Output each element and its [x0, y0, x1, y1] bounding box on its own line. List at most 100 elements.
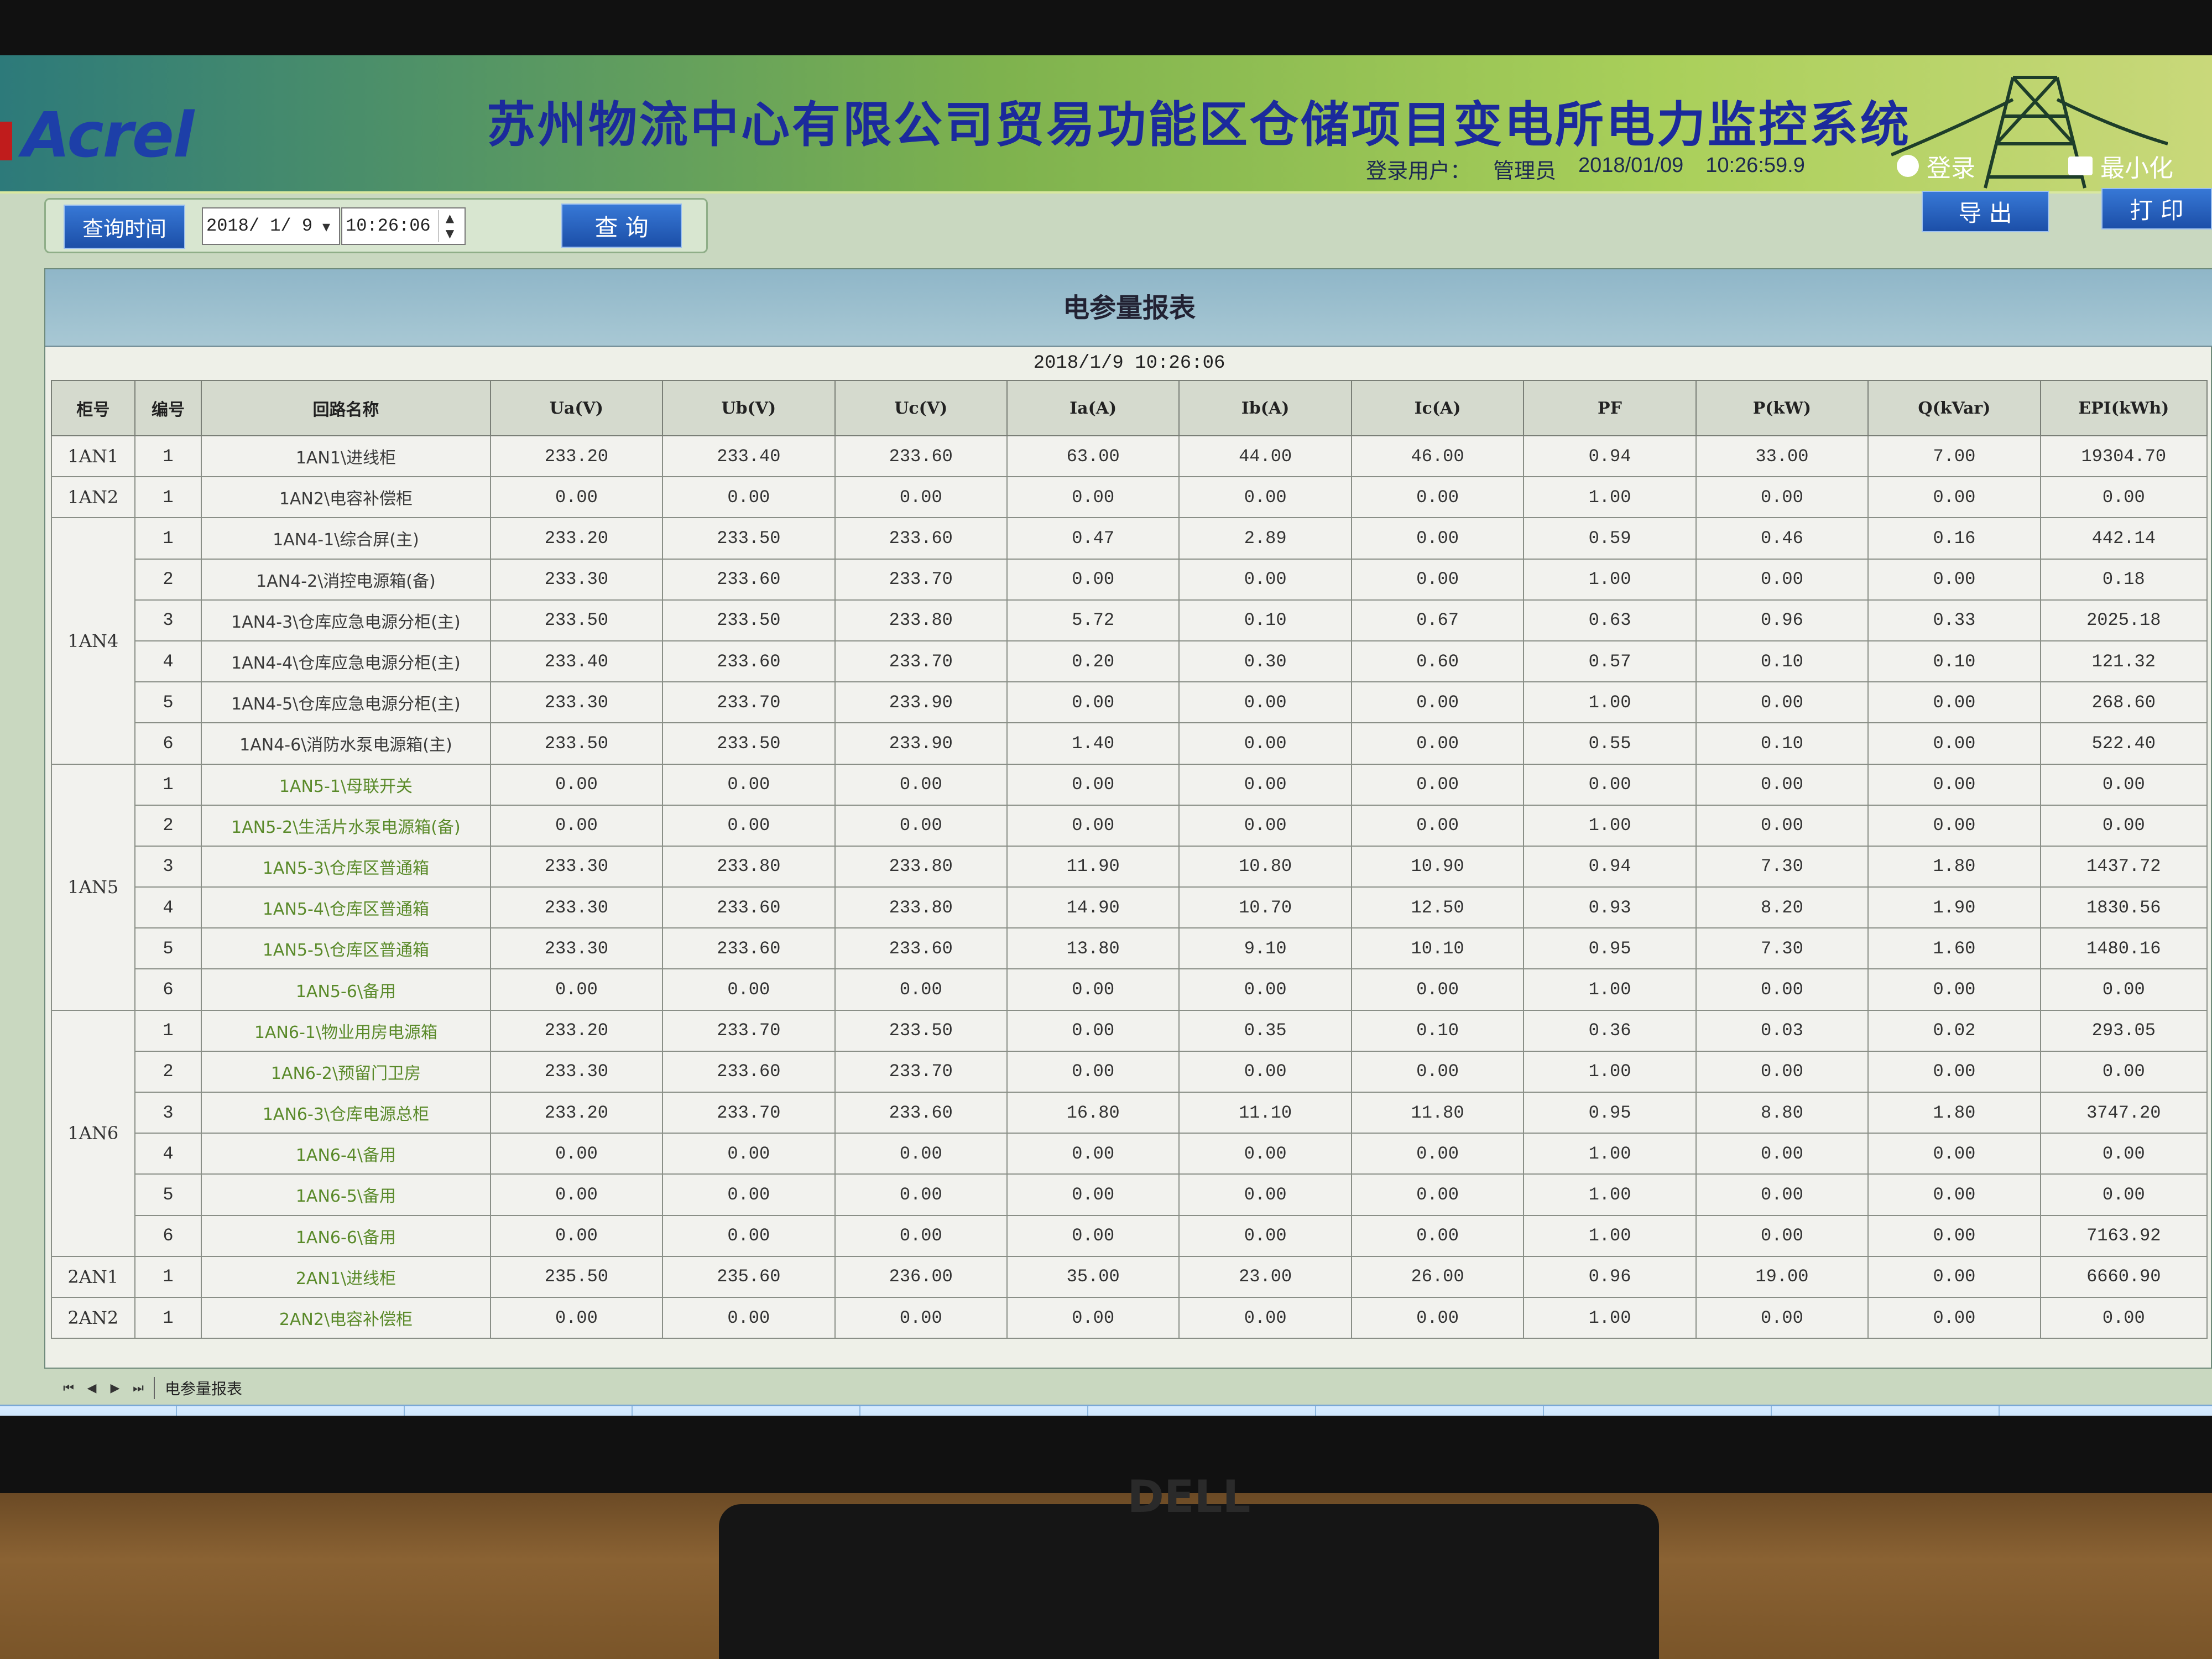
circuit-name-cell: 1AN5-3\仓库区普通箱	[201, 845, 491, 888]
value-cell: 0.95	[1523, 1091, 1697, 1134]
nav-item[interactable]: 通讯状态	[1088, 1406, 1316, 1416]
nav-item[interactable]	[1772, 1406, 2000, 1416]
value-cell: 235.60	[662, 1255, 836, 1298]
value-cell: 5.72	[1006, 599, 1180, 641]
value-cell: 0.00	[1867, 681, 2041, 724]
value-cell: 233.60	[662, 640, 836, 683]
number-cell: 5	[134, 927, 202, 970]
value-cell: 1.40	[1006, 722, 1180, 765]
value-cell: 233.30	[489, 927, 664, 970]
value-cell: 3747.20	[2039, 1091, 2208, 1134]
value-cell: 233.80	[834, 886, 1008, 929]
value-cell: 1.00	[1523, 1050, 1697, 1093]
value-cell: 0.00	[1178, 722, 1352, 765]
nav-item[interactable]: 用户管理	[1316, 1406, 1544, 1416]
value-cell: 0.00	[1178, 558, 1352, 601]
value-cell: 0.00	[489, 476, 664, 519]
next-sheet-icon[interactable]: ▶	[107, 1381, 123, 1395]
nav-item[interactable]: 趋势曲线	[177, 1406, 405, 1416]
cabinet-cell: 1AN6	[51, 1009, 135, 1257]
value-cell: 0.00	[1350, 804, 1525, 847]
value-cell: 0.00	[1523, 763, 1697, 806]
number-cell: 1	[134, 435, 202, 478]
value-cell: 0.00	[834, 1133, 1008, 1175]
table-header-row: 柜号 编号 回路名称 Ua(V) Ub(V) Uc(V) Ia(A) Ib(A) Ic(A) PF…	[51, 380, 2208, 436]
table-row: 1AN1 1 1AN1\进线柜 233.20 233.40 233.60 63.00 44.0…	[51, 435, 2208, 478]
value-cell: 233.70	[834, 1050, 1008, 1093]
value-cell: 0.00	[1867, 763, 2041, 806]
value-cell: 1.60	[1867, 927, 2041, 970]
number-cell: 1	[134, 517, 202, 560]
number-cell: 6	[134, 1214, 202, 1257]
nav-item[interactable]: 电能报表	[633, 1406, 860, 1416]
table-row: 5 1AN6-5\备用 0.00 0.00 0.00 0.00 0.00 0.00 1.00 0.…	[51, 1173, 2208, 1216]
value-cell: 0.00	[1350, 681, 1525, 724]
value-cell: 1480.16	[2039, 927, 2208, 970]
query-button[interactable]: 查 询	[561, 204, 682, 248]
value-cell: 1437.72	[2039, 845, 2208, 888]
login-button[interactable]: 登录	[1897, 147, 2007, 185]
column-header: 回路名称	[201, 380, 491, 436]
value-cell: 233.60	[662, 1050, 836, 1093]
value-cell: 0.10	[1178, 599, 1352, 641]
nav-item[interactable]: 电参量报表	[405, 1406, 633, 1416]
value-cell: 0.00	[1006, 558, 1180, 601]
table-row: 6 1AN5-6\备用 0.00 0.00 0.00 0.00 0.00 0.00 1.00 0.…	[51, 968, 2208, 1011]
value-cell: 1.90	[1867, 886, 2041, 929]
circuit-name-cell: 1AN5-2\生活片水泵电源箱(备)	[201, 804, 491, 847]
value-cell: 0.00	[662, 1133, 836, 1175]
last-sheet-icon[interactable]: ⏭	[131, 1381, 146, 1395]
number-cell: 3	[134, 1091, 202, 1134]
value-cell: 46.00	[1350, 435, 1525, 478]
number-cell: 2	[134, 558, 202, 601]
value-cell: 1.00	[1523, 804, 1697, 847]
value-cell: 0.00	[2039, 476, 2208, 519]
cabinet-cell: 1AN1	[51, 435, 135, 478]
table-row: 2AN1 1 2AN1\进线柜 235.50 235.60 236.00 35.00 23.0…	[51, 1255, 2208, 1298]
value-cell: 44.00	[1178, 435, 1352, 478]
nav-item[interactable]: 配电监测	[0, 1406, 177, 1416]
nav-item[interactable]: 越限设置	[1544, 1406, 1772, 1416]
circuit-name-cell: 1AN1\进线柜	[201, 435, 491, 478]
value-cell: 0.00	[1867, 1050, 2041, 1093]
value-cell: 0.10	[1867, 640, 2041, 683]
value-cell: 1.00	[1523, 968, 1697, 1011]
value-cell: 0.18	[2039, 558, 2208, 601]
query-time-button[interactable]: 查询时间	[64, 205, 185, 249]
time-spinner-icon[interactable]: ▲ ▼	[438, 210, 461, 242]
print-button[interactable]: 打 印	[2101, 188, 2212, 229]
value-cell: 0.00	[1350, 1173, 1525, 1216]
chevron-down-icon[interactable]: ▾	[318, 216, 335, 238]
export-button[interactable]: 导 出	[1922, 191, 2049, 232]
value-cell: 0.00	[662, 763, 836, 806]
value-cell: 0.00	[489, 968, 664, 1011]
value-cell: 233.50	[662, 722, 836, 765]
value-cell: 1.00	[1523, 681, 1697, 724]
value-cell: 0.55	[1523, 722, 1697, 765]
value-cell: 0.00	[1178, 681, 1352, 724]
value-cell: 1.00	[1523, 1173, 1697, 1216]
minimize-button[interactable]: 最小化	[2068, 147, 2212, 185]
value-cell: 0.00	[489, 1133, 664, 1175]
number-cell: 1	[134, 476, 202, 519]
value-cell: 0.00	[1006, 763, 1180, 806]
table-row: 5 1AN4-5\仓库应急电源分柜(主) 233.30 233.70 233.90 0.0…	[51, 681, 2208, 724]
value-cell: 233.30	[489, 681, 664, 724]
nav-item[interactable]: 报警查询	[860, 1406, 1088, 1416]
sheet-tab[interactable]: 电参量报表	[154, 1377, 252, 1399]
column-header: Ib(A)	[1178, 380, 1352, 436]
circuit-name-cell: 1AN6-5\备用	[201, 1173, 491, 1216]
number-cell: 5	[134, 681, 202, 724]
table-row: 4 1AN6-4\备用 0.00 0.00 0.00 0.00 0.00 0.00 1.00 0.…	[51, 1133, 2208, 1175]
number-cell: 2	[134, 1050, 202, 1093]
number-cell: 4	[134, 1133, 202, 1175]
number-cell: 3	[134, 599, 202, 641]
prev-sheet-icon[interactable]: ◀	[84, 1381, 100, 1395]
number-cell: 3	[134, 845, 202, 888]
value-cell: 0.00	[834, 1214, 1008, 1257]
column-header: Ub(V)	[662, 380, 836, 436]
value-cell: 0.30	[1178, 640, 1352, 683]
table-row: 3 1AN5-3\仓库区普通箱 233.30 233.80 233.80 11.90 10.…	[51, 845, 2208, 888]
first-sheet-icon[interactable]: ⏮	[61, 1381, 76, 1395]
circuit-name-cell: 1AN4-5\仓库应急电源分柜(主)	[201, 681, 491, 724]
